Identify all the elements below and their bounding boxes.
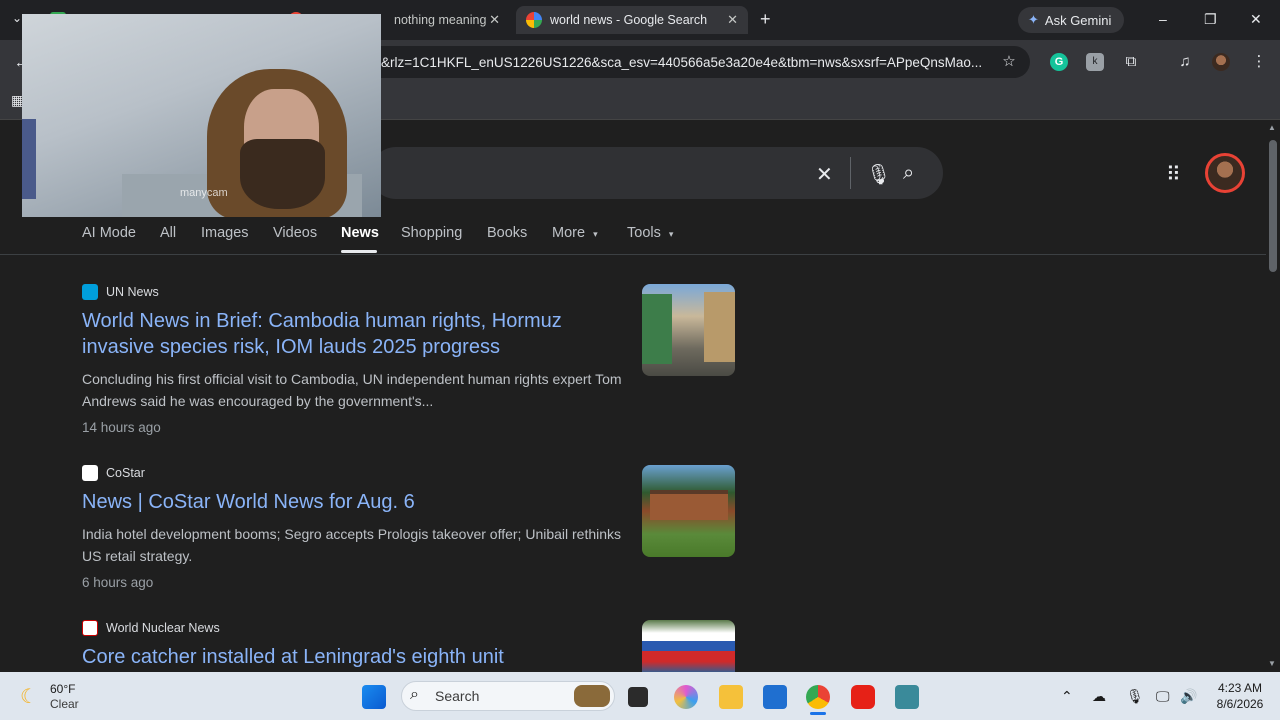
show-hidden-icons-icon[interactable]: ⌃ — [1061, 688, 1073, 705]
result-time: 6 hours ago — [82, 575, 154, 590]
thumb-building-left — [642, 294, 672, 364]
tab-close-icon[interactable]: ✕ — [727, 12, 738, 28]
source-label: UN News — [106, 285, 159, 299]
ask-gemini-label: Ask Gemini — [1044, 12, 1112, 28]
tab-more[interactable]: More ▾ — [552, 225, 598, 241]
network-icon[interactable]: 🖵 — [1156, 688, 1170, 705]
media-control-icon[interactable]: ♫ — [1176, 53, 1194, 71]
un-news-logo-icon — [82, 284, 98, 300]
tab-tools[interactable]: Tools ▾ — [627, 225, 673, 241]
result-source[interactable]: CoStar — [82, 465, 145, 481]
source-label: World Nuclear News — [106, 621, 220, 635]
tab-books[interactable]: Books — [487, 225, 527, 241]
tab-tools-label: Tools — [627, 225, 661, 241]
tab-list-dropdown-icon[interactable]: ⌄ — [12, 11, 22, 25]
profile-avatar-icon[interactable] — [1212, 53, 1230, 71]
volume-icon[interactable]: 🔊 — [1180, 688, 1197, 705]
weather-moon-icon[interactable]: ☾ — [20, 684, 38, 709]
windows-start-icon[interactable] — [362, 685, 386, 709]
search-icon[interactable]: ⌕ — [903, 162, 914, 185]
result-thumbnail-hotel[interactable] — [642, 465, 735, 557]
grammarly-extension-icon[interactable]: G — [1050, 53, 1068, 71]
source-label: CoStar — [106, 466, 145, 480]
account-avatar[interactable] — [1205, 153, 1245, 193]
result-snippet: India hotel development booms; Segro acc… — [82, 526, 622, 564]
nav-divider — [0, 254, 1266, 255]
ask-gemini-button[interactable]: ✦ Ask Gemini — [1018, 7, 1124, 33]
thumb-building-right — [704, 292, 735, 362]
microphone-icon[interactable]: 🎙 — [866, 162, 891, 187]
weather-desc[interactable]: Clear — [50, 697, 79, 711]
task-view-icon[interactable] — [628, 687, 648, 707]
active-app-indicator — [810, 712, 826, 715]
extension-icon[interactable]: k — [1086, 53, 1104, 71]
scroll-down-arrow-icon[interactable]: ▼ — [1268, 659, 1276, 668]
tab-active[interactable]: world news - Google Search ✕ — [516, 6, 748, 34]
tab-label: world news - Google Search — [550, 13, 708, 27]
webcam-overlay: manycam — [22, 14, 381, 217]
minimize-button[interactable]: – — [1159, 11, 1167, 27]
result-headline-link[interactable]: News | CoStar World News for Aug. 6 — [82, 489, 622, 515]
manycam-app-icon[interactable] — [895, 685, 919, 709]
webcam-person-beard — [240, 139, 325, 209]
tab-close-icon[interactable]: ✕ — [489, 12, 500, 28]
search-box[interactable] — [370, 147, 943, 199]
taskbar-search-label: Search — [435, 688, 480, 704]
microphone-tray-icon[interactable]: 🎙 — [1126, 688, 1144, 705]
new-tab-button[interactable]: + — [760, 9, 771, 30]
tab-shopping[interactable]: Shopping — [401, 225, 462, 241]
google-apps-icon[interactable]: ⠿ — [1166, 162, 1181, 187]
active-tab-indicator — [341, 250, 377, 253]
result-source[interactable]: World Nuclear News — [82, 620, 220, 636]
tab-news[interactable]: News — [341, 225, 379, 241]
result-time: 14 hours ago — [82, 420, 161, 435]
tab-ai-mode[interactable]: AI Mode — [82, 225, 136, 241]
tab-videos[interactable]: Videos — [273, 225, 317, 241]
result-snippet: Concluding his first official visit to C… — [82, 371, 622, 409]
url-text[interactable]: &rlz=1C1HKFL_enUS1226US1226&sca_esv=4405… — [381, 55, 982, 70]
tab-more-label: More — [552, 225, 586, 241]
webcam-window — [22, 119, 36, 199]
extensions-puzzle-icon[interactable]: ⧉ — [1122, 53, 1140, 71]
clock-time[interactable]: 4:23 AM — [1214, 681, 1266, 695]
microsoft-store-icon[interactable] — [763, 685, 787, 709]
weather-temp[interactable]: 60°F — [50, 682, 75, 696]
webcam-watermark: manycam — [180, 187, 228, 199]
chrome-taskbar-icon[interactable] — [806, 685, 830, 709]
search-divider — [850, 157, 851, 189]
bookmark-star-icon[interactable]: ☆ — [1000, 53, 1018, 71]
youtube-icon[interactable] — [851, 685, 875, 709]
file-explorer-icon[interactable] — [719, 685, 743, 709]
tab-all[interactable]: All — [160, 225, 176, 241]
copilot-icon[interactable] — [674, 685, 698, 709]
restore-button[interactable]: ❐ — [1204, 11, 1217, 28]
world-nuclear-news-logo-icon — [82, 620, 98, 636]
dropdown-caret-icon: ▾ — [593, 229, 598, 239]
clear-search-icon[interactable]: ✕ — [816, 162, 833, 187]
tab-label: nothing meaning — [394, 13, 487, 27]
google-favicon-icon — [526, 12, 542, 28]
thumb-hotel-building — [650, 490, 728, 520]
gemini-sparkle-icon: ✦ — [1028, 12, 1039, 27]
chrome-menu-icon[interactable]: ⋮ — [1250, 53, 1268, 71]
dropdown-caret-icon: ▾ — [668, 229, 674, 239]
result-thumbnail-flag[interactable] — [642, 620, 735, 672]
clock-date[interactable]: 8/6/2026 — [1210, 697, 1270, 711]
close-window-button[interactable]: ✕ — [1250, 11, 1262, 28]
onedrive-sync-off-icon[interactable]: ☁ — [1092, 688, 1106, 705]
taskbar-search-icon: ⌕ — [410, 686, 419, 703]
result-thumbnail-street[interactable] — [642, 284, 735, 376]
search-highlight-buffalo-icon — [574, 685, 610, 707]
result-source[interactable]: UN News — [82, 284, 159, 300]
scrollbar-thumb[interactable] — [1269, 140, 1277, 272]
costar-logo-icon — [82, 465, 98, 481]
result-headline-link[interactable]: Core catcher installed at Leningrad's ei… — [82, 644, 622, 670]
scroll-up-arrow-icon[interactable]: ▲ — [1268, 123, 1276, 132]
result-headline-link[interactable]: World News in Brief: Cambodia human righ… — [82, 308, 622, 360]
tab-images[interactable]: Images — [201, 225, 249, 241]
